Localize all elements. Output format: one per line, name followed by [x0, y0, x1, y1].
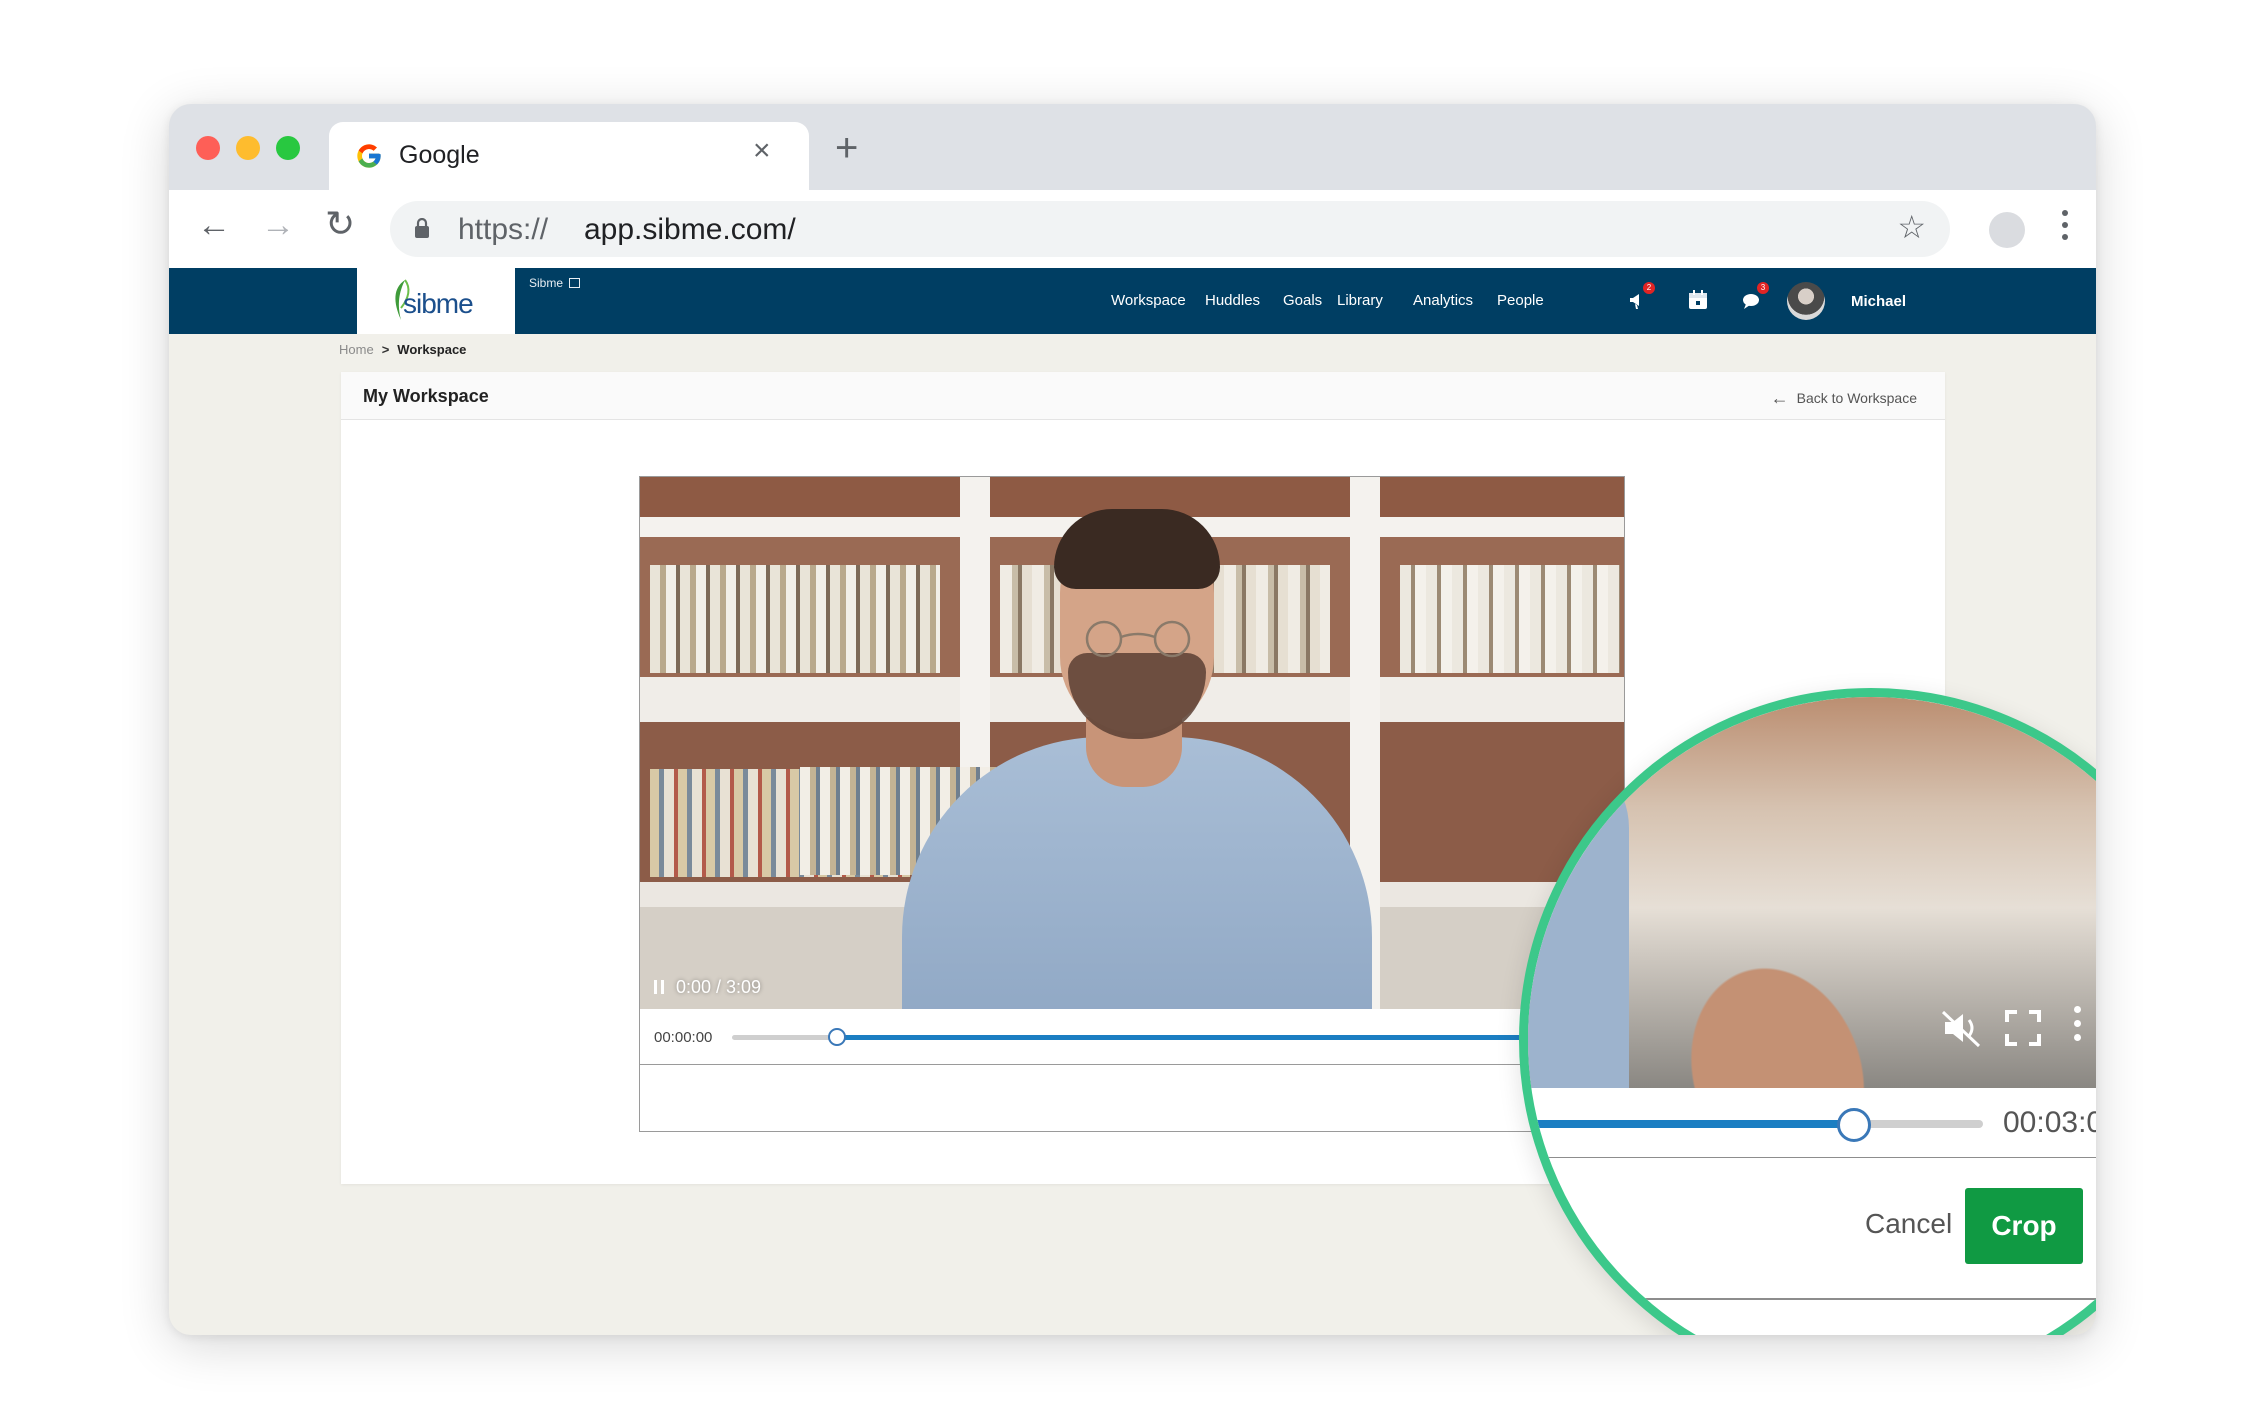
- app-navbar: sibme Sibme Workspace Huddles Goals Libr…: [169, 268, 2096, 334]
- nav-library[interactable]: Library: [1337, 292, 1383, 309]
- trim-slider[interactable]: [732, 1028, 1616, 1046]
- trim-end-time: 00:03:09: [2003, 1106, 2096, 1139]
- crop-button[interactable]: Crop: [1965, 1188, 2083, 1264]
- magnified-trim-controls: 00:03:09: [1528, 1088, 2096, 1158]
- magnifier-callout: 00:03:09 Cancel Crop: [1519, 688, 2096, 1335]
- reload-icon[interactable]: ↻: [325, 206, 355, 242]
- user-name[interactable]: Michael: [1851, 293, 1906, 310]
- tab-strip: Google × +: [169, 104, 2096, 190]
- more-options-icon[interactable]: [2071, 1006, 2083, 1050]
- breadcrumb-separator: >: [381, 342, 390, 357]
- user-avatar[interactable]: [1787, 282, 1825, 320]
- forward-arrow-icon[interactable]: →: [261, 208, 295, 242]
- back-link-label: Back to Workspace: [1796, 390, 1917, 406]
- chat-icon[interactable]: 3: [1741, 282, 1769, 312]
- person-hair: [1054, 509, 1220, 589]
- magnified-trim-slider[interactable]: [1528, 1108, 1983, 1142]
- video-time-display: 0:00 / 3:09: [654, 977, 761, 998]
- breadcrumb-home[interactable]: Home: [339, 342, 374, 357]
- browser-toolbar: ← → ↻ https:// app.sibme.com/ ☆: [169, 190, 2096, 268]
- browser-window: Google × + ← → ↻ https:// app.sibme.com/…: [169, 104, 2096, 1335]
- minimize-window-button[interactable]: [236, 136, 260, 160]
- breadcrumb-current: Workspace: [397, 342, 467, 357]
- trim-start-handle[interactable]: [828, 1028, 846, 1046]
- tab-title: Google: [399, 141, 480, 169]
- trim-start-time: 00:00:00: [654, 1029, 713, 1046]
- nav-huddles[interactable]: Huddles: [1205, 292, 1260, 309]
- account-switcher[interactable]: Sibme: [529, 276, 581, 290]
- back-arrow-icon[interactable]: ←: [197, 208, 231, 242]
- magnified-video: [1528, 697, 2096, 1088]
- editor-bottom-border: [1528, 1298, 2096, 1300]
- card-header: My Workspace ← Back to Workspace: [341, 372, 1945, 420]
- switch-icon: [569, 278, 581, 288]
- megaphone-icon[interactable]: 2: [1627, 282, 1655, 312]
- video-crop-editor: 0:00 / 3:09 00:00:00: [639, 476, 1625, 1132]
- lock-icon: [415, 218, 429, 238]
- calendar-icon[interactable]: [1686, 288, 1710, 312]
- sibme-logo[interactable]: sibme: [357, 268, 515, 334]
- logo-text: sibme: [403, 288, 474, 319]
- trim-range: [836, 1035, 1616, 1040]
- notifications-badge: 2: [1643, 282, 1655, 294]
- new-tab-button[interactable]: +: [835, 128, 858, 168]
- bookmark-star-icon[interactable]: ☆: [1897, 211, 1926, 243]
- nav-goals[interactable]: Goals: [1283, 292, 1322, 309]
- pause-icon[interactable]: [654, 980, 664, 994]
- video-time-text: 0:00 / 3:09: [676, 977, 762, 997]
- back-to-workspace-link[interactable]: ← Back to Workspace: [1771, 388, 1917, 409]
- trim-end-handle[interactable]: [1837, 1108, 1871, 1142]
- account-switcher-label: Sibme: [529, 276, 564, 290]
- video-player[interactable]: 0:00 / 3:09: [640, 477, 1624, 1009]
- trim-controls: 00:00:00: [640, 1009, 1624, 1065]
- close-window-button[interactable]: [196, 136, 220, 160]
- nav-workspace[interactable]: Workspace: [1111, 292, 1186, 309]
- nav-people[interactable]: People: [1497, 292, 1544, 309]
- maximize-window-button[interactable]: [276, 136, 300, 160]
- breadcrumb: Home > Workspace: [339, 342, 466, 357]
- magnified-trim-range: [1528, 1120, 1853, 1128]
- fullscreen-icon[interactable]: [2003, 1006, 2043, 1050]
- person-hand: [1602, 874, 1936, 1088]
- address-bar[interactable]: https:// app.sibme.com/ ☆: [390, 201, 1950, 257]
- nav-analytics[interactable]: Analytics: [1413, 292, 1473, 309]
- browser-tab-google[interactable]: Google ×: [329, 122, 809, 190]
- bookshelf: [1400, 565, 1620, 673]
- page-title: My Workspace: [363, 386, 489, 406]
- mute-icon[interactable]: [1939, 1006, 1983, 1050]
- magnified-view: 00:03:09 Cancel Crop: [1528, 697, 2096, 1335]
- glasses: [1085, 620, 1191, 658]
- url-host: app.sibme.com/: [584, 213, 796, 246]
- close-tab-icon[interactable]: ×: [753, 136, 771, 166]
- browser-menu-icon[interactable]: [2061, 210, 2069, 250]
- messages-badge: 3: [1757, 282, 1769, 294]
- url-scheme: https://: [458, 213, 549, 246]
- back-arrow-icon: ←: [1770, 388, 1789, 408]
- bookshelf: [650, 565, 940, 673]
- cancel-button[interactable]: Cancel: [1865, 1208, 1952, 1240]
- person-shirt: [1528, 748, 1629, 1088]
- google-icon: [357, 144, 381, 168]
- profile-avatar-icon[interactable]: [1989, 212, 2025, 248]
